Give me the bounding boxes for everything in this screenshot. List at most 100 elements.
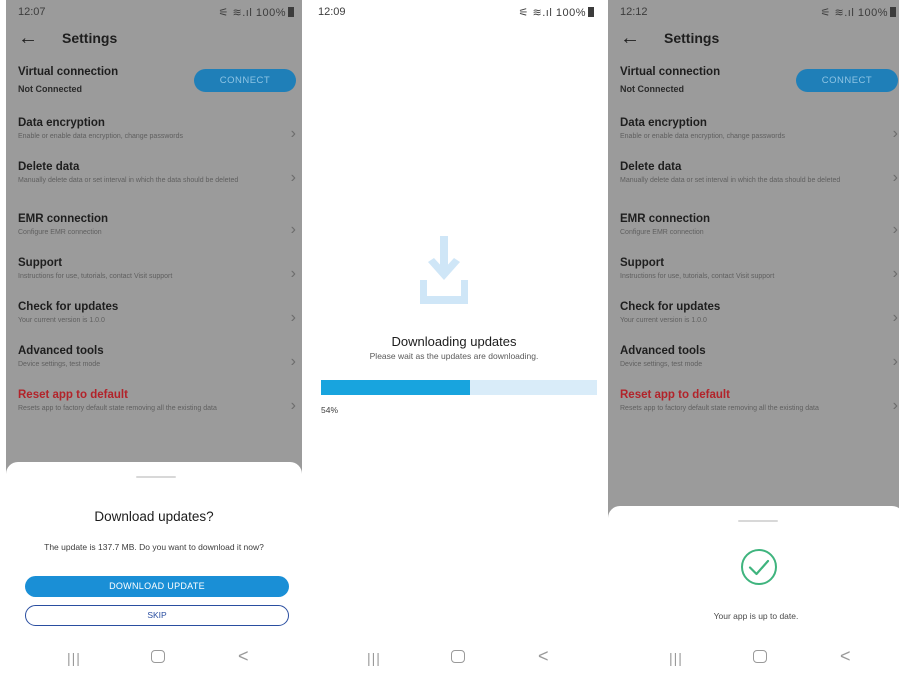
settings-item-title: Advanced tools	[620, 345, 706, 357]
settings-item-check-updates[interactable]: Check for updates Your current version is…	[6, 301, 302, 341]
settings-item-title: Data encryption	[18, 117, 105, 129]
skip-button[interactable]: SKIP	[25, 605, 289, 626]
settings-item-advanced-tools[interactable]: Advanced tools Device settings, test mode…	[6, 345, 302, 385]
virtual-connection-row: Virtual connection Not Connected CONNECT	[608, 62, 899, 102]
chevron-right-icon: ›	[290, 221, 296, 238]
settings-item-title: Advanced tools	[18, 345, 104, 357]
phone-download-prompt: 12:07 ⚟ ≋.ıl 100% ← Settings Virtual con…	[6, 0, 302, 676]
settings-item-emr-connection[interactable]: EMR connection Configure EMR connection ›	[608, 213, 899, 253]
downloading-title: Downloading updates	[391, 334, 517, 349]
connection-status: Not Connected	[620, 84, 684, 94]
chevron-right-icon: ›	[290, 397, 296, 414]
phone-downloading: 12:09 ⚟ ≋.ıl 100% Downloading updates Pl…	[306, 0, 602, 676]
home-icon[interactable]	[753, 650, 767, 663]
chevron-right-icon: ›	[892, 125, 898, 142]
back-arrow-icon[interactable]: ←	[620, 28, 640, 48]
download-icon	[420, 236, 468, 304]
status-icons-text: ⚟ ≋.ıl 100%	[518, 7, 586, 19]
chevron-right-icon: ›	[892, 309, 898, 326]
status-icons-text: ⚟ ≋.ıl 100%	[820, 7, 888, 19]
status-bar: 12:07 ⚟ ≋.ıl 100%	[6, 0, 302, 26]
connect-button[interactable]: CONNECT	[194, 69, 296, 92]
virtual-connection-row: Virtual connection Not Connected CONNECT	[6, 62, 302, 102]
dialog-title: Download updates?	[94, 509, 214, 524]
recent-apps-icon[interactable]: |||	[67, 650, 81, 666]
status-time: 12:07	[18, 6, 46, 18]
status-icons: ⚟ ≋.ıl 100%	[519, 6, 594, 19]
download-update-button[interactable]: DOWNLOAD UPDATE	[25, 576, 289, 597]
home-icon[interactable]	[151, 650, 165, 663]
settings-item-subtitle: Instructions for use, tutorials, contact…	[620, 273, 775, 280]
dialog-message: The update is 137.7 MB. Do you want to d…	[44, 542, 264, 552]
settings-item-title: Support	[18, 257, 63, 269]
settings-item-title: Data encryption	[620, 117, 707, 129]
virtual-connection-title: Virtual connection	[18, 66, 119, 78]
download-progress-label: 54%	[321, 405, 339, 415]
settings-item-data-encryption[interactable]: Data encryption Enable or enable data enc…	[6, 117, 302, 157]
settings-item-subtitle: Device settings, test mode	[620, 361, 703, 368]
settings-item-support[interactable]: Support Instructions for use, tutorials, …	[6, 257, 302, 297]
settings-item-reset-app[interactable]: Reset app to default Resets app to factor…	[608, 389, 899, 429]
chevron-right-icon: ›	[892, 353, 898, 370]
settings-item-title: Support	[620, 257, 665, 269]
settings-item-subtitle: Your current version is 1.0.0	[18, 317, 105, 324]
chevron-right-icon: ›	[290, 169, 296, 186]
settings-item-title: Reset app to default	[620, 389, 730, 401]
app-bar: ← Settings	[6, 26, 302, 54]
connection-status: Not Connected	[18, 84, 82, 94]
sheet-drag-handle[interactable]	[738, 520, 778, 522]
home-icon[interactable]	[451, 650, 465, 663]
download-progress-fill	[321, 380, 471, 395]
chevron-right-icon: ›	[290, 353, 296, 370]
chevron-right-icon: ›	[892, 221, 898, 238]
settings-item-title: EMR connection	[18, 213, 109, 225]
settings-item-subtitle: Configure EMR connection	[620, 229, 704, 236]
settings-item-delete-data[interactable]: Delete data Manually delete data or set i…	[608, 161, 899, 201]
settings-item-data-encryption[interactable]: Data encryption Enable or enable data enc…	[608, 117, 899, 157]
page-title: Settings	[664, 30, 720, 46]
settings-item-emr-connection[interactable]: EMR connection Configure EMR connection ›	[6, 213, 302, 253]
status-icons: ⚟ ≋.ıl 100%	[821, 6, 896, 19]
settings-item-title: Delete data	[18, 161, 80, 173]
status-time: 12:09	[318, 6, 346, 18]
settings-item-check-updates[interactable]: Check for updates Your current version is…	[608, 301, 899, 341]
chevron-right-icon: ›	[892, 169, 898, 186]
recent-apps-icon[interactable]: |||	[367, 650, 381, 666]
settings-item-subtitle: Resets app to factory default state remo…	[18, 405, 217, 412]
settings-item-delete-data[interactable]: Delete data Manually delete data or set i…	[6, 161, 302, 201]
screenshot-collage: 12:07 ⚟ ≋.ıl 100% ← Settings Virtual con…	[0, 0, 899, 676]
settings-item-title: EMR connection	[620, 213, 711, 225]
settings-item-subtitle: Manually delete data or set interval in …	[620, 177, 841, 184]
chevron-right-icon: ›	[290, 265, 296, 282]
battery-icon	[588, 7, 594, 17]
settings-item-subtitle: Configure EMR connection	[18, 229, 102, 236]
settings-item-reset-app[interactable]: Reset app to default Resets app to factor…	[6, 389, 302, 429]
settings-item-subtitle: Enable or enable data encryption, change…	[18, 133, 183, 140]
settings-item-advanced-tools[interactable]: Advanced tools Device settings, test mode…	[608, 345, 899, 385]
settings-item-title: Check for updates	[18, 301, 119, 313]
chevron-right-icon: ›	[290, 125, 296, 142]
back-arrow-icon[interactable]: ←	[18, 28, 38, 48]
settings-item-subtitle: Manually delete data or set interval in …	[18, 177, 239, 184]
settings-item-title: Reset app to default	[18, 389, 128, 401]
recent-apps-icon[interactable]: |||	[669, 650, 683, 666]
up-to-date-message: Your app is up to date.	[713, 611, 799, 621]
settings-item-subtitle: Instructions for use, tutorials, contact…	[18, 273, 173, 280]
system-nav-bar: ||| <	[306, 640, 602, 676]
virtual-connection-title: Virtual connection	[620, 66, 721, 78]
settings-item-subtitle: Resets app to factory default state remo…	[620, 405, 819, 412]
sheet-drag-handle[interactable]	[136, 476, 176, 478]
settings-item-title: Check for updates	[620, 301, 721, 313]
back-icon[interactable]: <	[238, 646, 249, 667]
status-icons: ⚟ ≋.ıl 100%	[219, 6, 294, 19]
connect-button[interactable]: CONNECT	[796, 69, 898, 92]
chevron-right-icon: ›	[290, 309, 296, 326]
back-icon[interactable]: <	[840, 646, 851, 667]
system-nav-bar: ||| <	[6, 640, 302, 676]
back-icon[interactable]: <	[538, 646, 549, 667]
app-bar: ← Settings	[608, 26, 899, 54]
battery-icon	[288, 7, 294, 17]
chevron-right-icon: ›	[892, 265, 898, 282]
settings-item-support[interactable]: Support Instructions for use, tutorials, …	[608, 257, 899, 297]
download-progress-bar	[321, 380, 597, 395]
